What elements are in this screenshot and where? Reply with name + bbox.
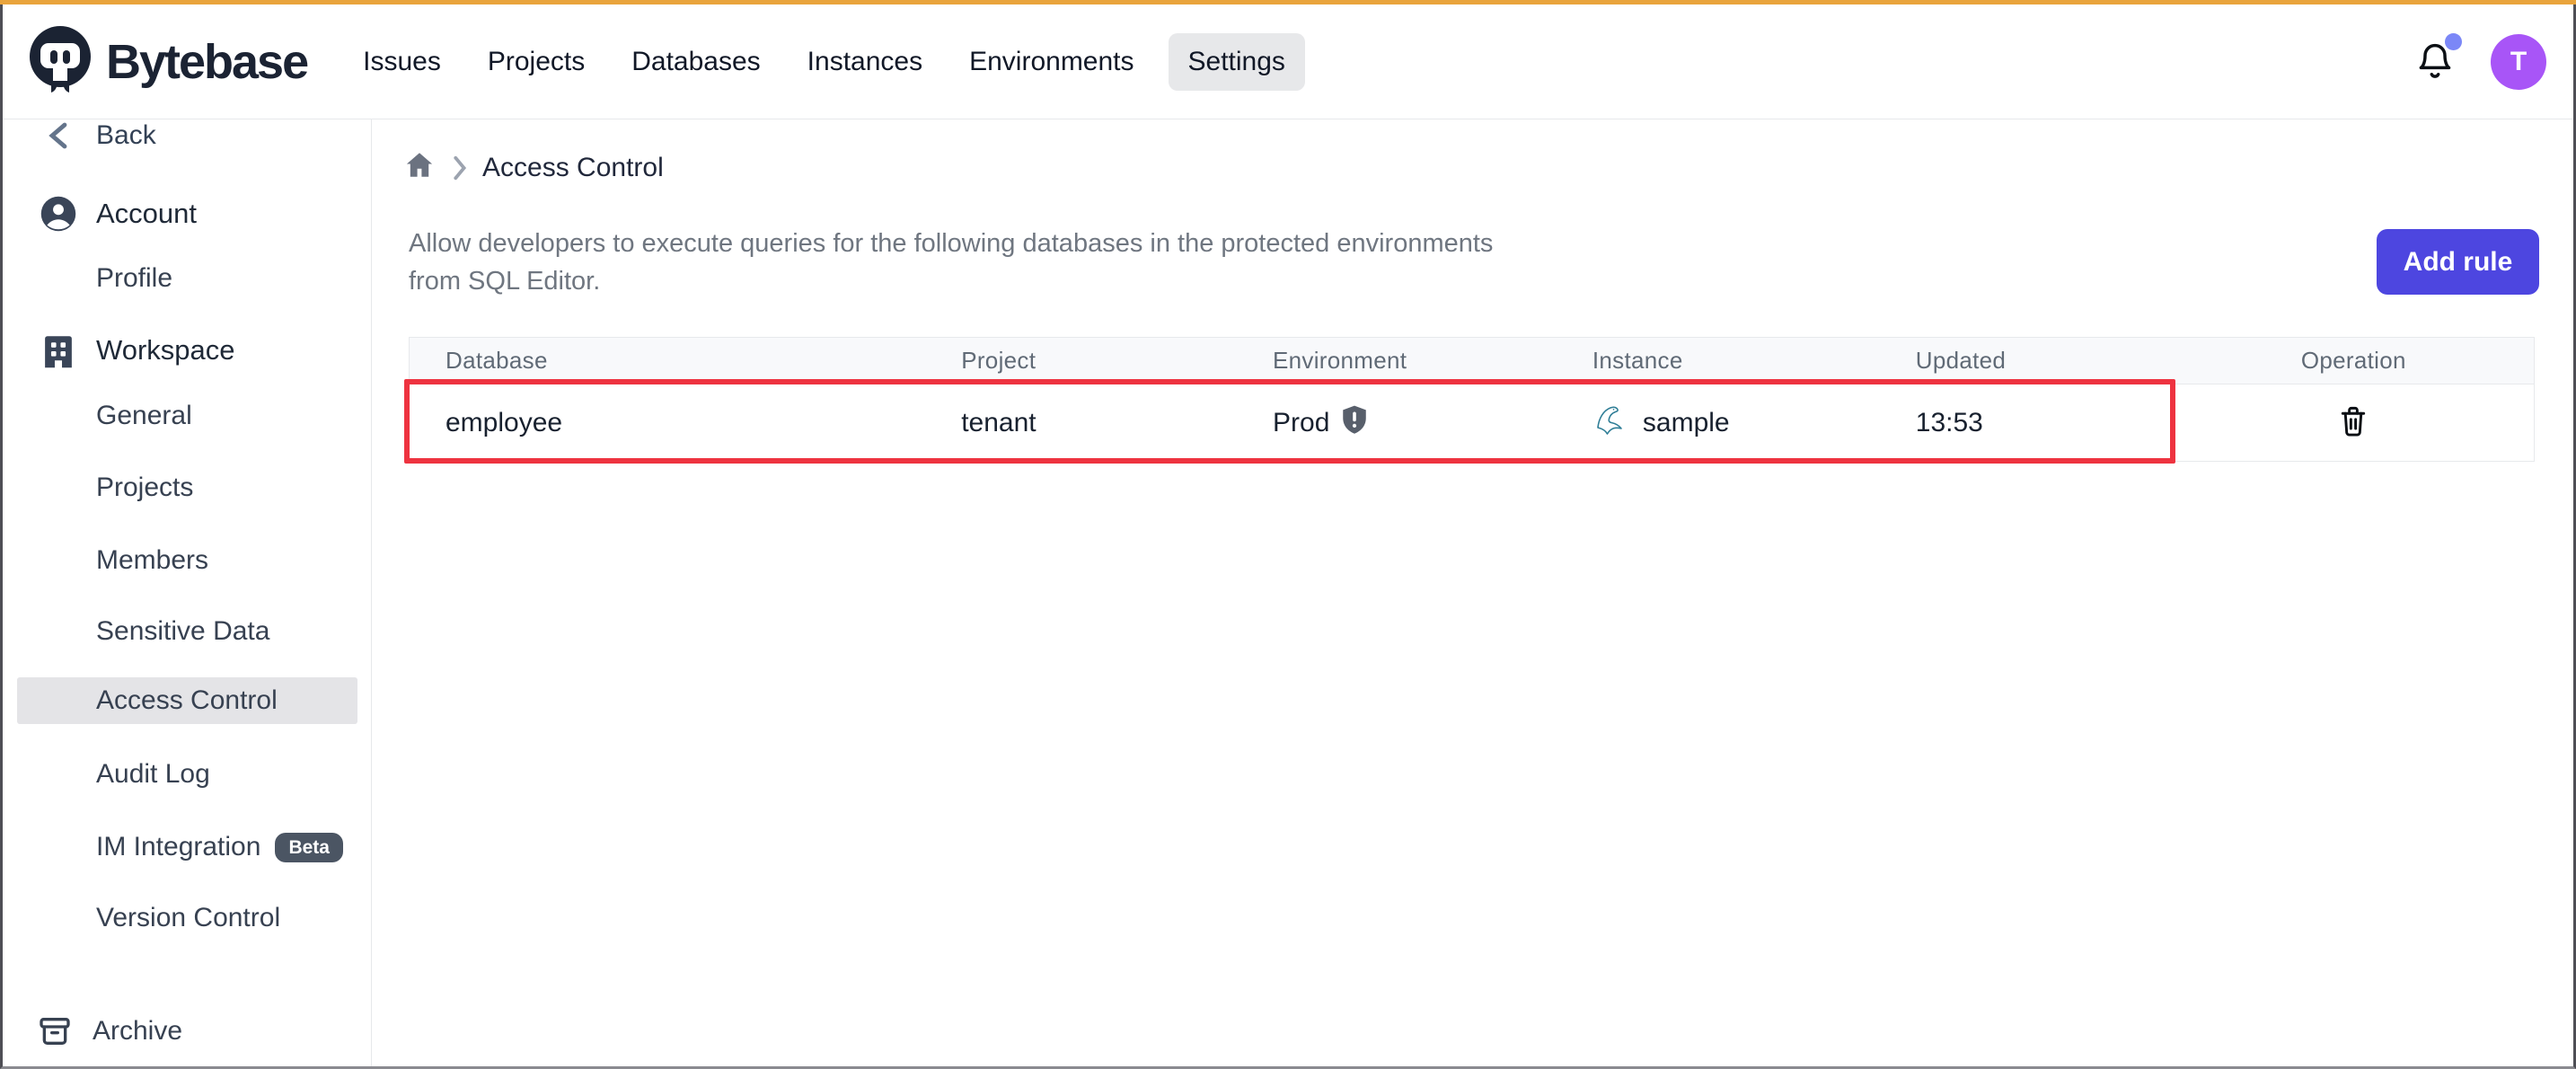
nav-item-settings[interactable]: Settings (1169, 33, 1305, 91)
column-header-updated: Updated (1882, 338, 2174, 384)
sidebar-item-audit-log[interactable]: Audit Log (3, 753, 371, 796)
sidebar-section-workspace: Workspace (3, 329, 371, 372)
avatar[interactable]: T (2491, 34, 2546, 90)
bytebase-logo-icon (27, 25, 93, 98)
access-rules-table: Database Project Environment Instance Up… (409, 337, 2535, 462)
notification-dot (2445, 33, 2462, 50)
nav-item-issues[interactable]: Issues (359, 33, 445, 91)
environment-name: Prod (1273, 408, 1329, 438)
cell-instance: sample (1585, 384, 1882, 462)
nav-item-instances[interactable]: Instances (804, 33, 926, 91)
brand-wordmark: Bytebase (106, 34, 307, 90)
sidebar-back-button[interactable]: Back (3, 119, 371, 157)
home-icon[interactable] (403, 149, 436, 186)
window-frame (0, 0, 2576, 1069)
column-header-database: Database (410, 338, 962, 384)
mysql-icon (1592, 403, 1632, 443)
cell-database: employee (410, 384, 962, 462)
sidebar-item-projects[interactable]: Projects (3, 466, 371, 509)
sidebar-item-version-control[interactable]: Version Control (3, 897, 371, 940)
breadcrumb-chevron-icon (450, 155, 468, 181)
column-header-operation: Operation (2174, 338, 2535, 384)
cell-environment: Prod (1271, 384, 1585, 462)
page-title: Access Control (482, 153, 664, 183)
delete-rule-button[interactable] (2333, 401, 2373, 445)
beta-badge: Beta (275, 833, 343, 862)
sidebar-item-members[interactable]: Members (3, 539, 371, 582)
notification-bell-button[interactable] (2415, 40, 2455, 84)
top-navbar: Bytebase Issues Projects Databases Insta… (3, 4, 2573, 119)
table-row: employee tenant Prod (410, 384, 2535, 462)
sidebar-item-archive[interactable]: Archive (3, 1010, 371, 1053)
chevron-left-icon (39, 121, 78, 150)
settings-sidebar: Back Account Profile Workspace General P… (3, 119, 372, 1066)
bytebase-logo[interactable]: Bytebase (27, 25, 307, 98)
table-header-row: Database Project Environment Instance Up… (410, 338, 2535, 384)
column-header-instance: Instance (1585, 338, 1882, 384)
nav-links: Issues Projects Databases Instances Envi… (359, 33, 1345, 91)
instance-name: sample (1643, 408, 1730, 438)
cell-updated: 13:53 (1882, 384, 2174, 462)
sidebar-section-account: Account (3, 192, 371, 235)
sidebar-item-general[interactable]: General (3, 394, 371, 437)
archive-icon (35, 1013, 75, 1049)
page-description: Allow developers to execute queries for … (409, 225, 1531, 300)
trash-icon (2337, 428, 2369, 441)
breadcrumb: Access Control (403, 149, 664, 186)
cell-operation (2174, 384, 2535, 462)
add-rule-button[interactable]: Add rule (2377, 229, 2539, 295)
cell-project: tenant (961, 384, 1271, 462)
bell-icon (2415, 72, 2455, 87)
sidebar-item-im-integration[interactable]: IM Integration Beta (3, 826, 371, 869)
column-header-project: Project (961, 338, 1271, 384)
user-icon (39, 195, 78, 233)
shield-protected-icon (1340, 404, 1369, 442)
nav-item-projects[interactable]: Projects (484, 33, 588, 91)
sidebar-item-profile[interactable]: Profile (3, 257, 371, 300)
sidebar-item-access-control[interactable]: Access Control (3, 679, 371, 722)
sidebar-item-sensitive-data[interactable]: Sensitive Data (3, 610, 371, 653)
building-icon (39, 331, 78, 369)
nav-item-environments[interactable]: Environments (966, 33, 1137, 91)
column-header-environment: Environment (1271, 338, 1585, 384)
nav-item-databases[interactable]: Databases (628, 33, 763, 91)
window-top-strip (0, 0, 2576, 4)
